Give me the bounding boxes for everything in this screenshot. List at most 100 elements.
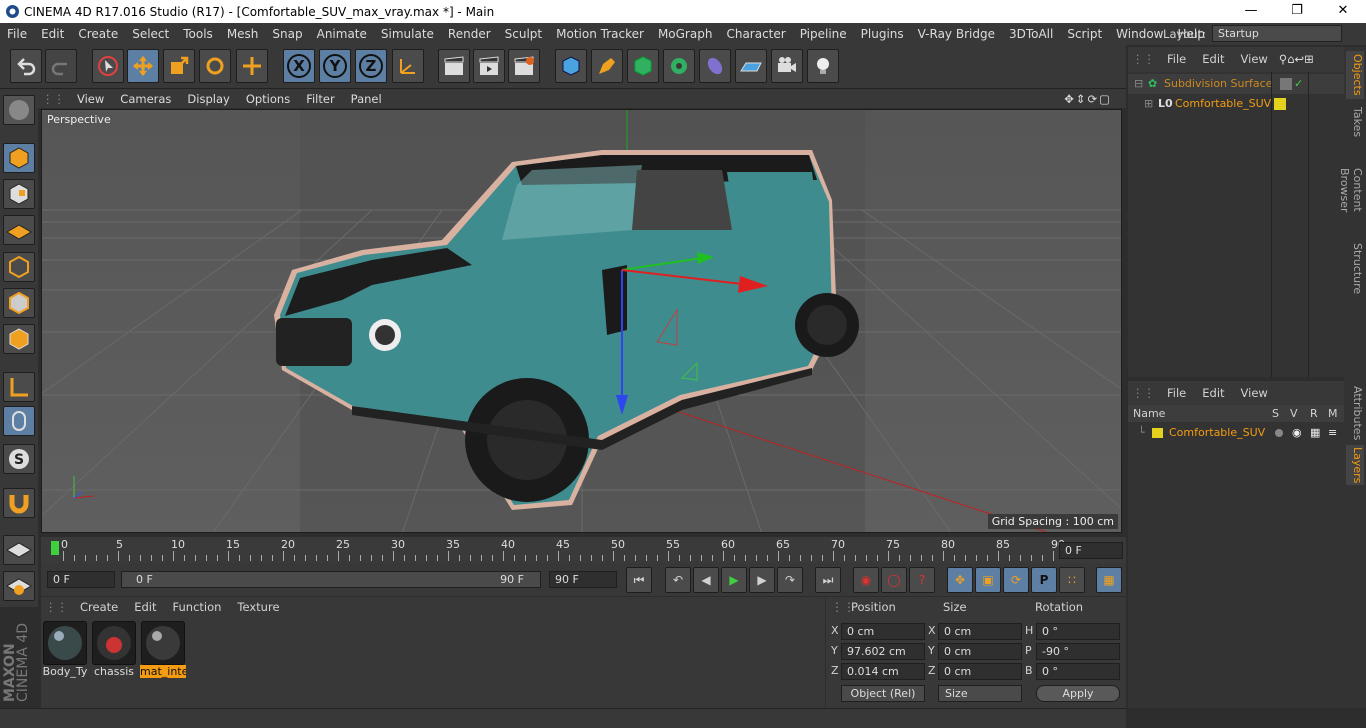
model-mode-button[interactable]: [3, 143, 35, 173]
points-mode-button[interactable]: [3, 252, 35, 282]
material-label[interactable]: chassis: [91, 665, 137, 678]
object-search-icon[interactable]: ⚲⌂↩⊞: [1276, 52, 1317, 66]
render-picture-viewer-button[interactable]: [473, 49, 505, 83]
menu-plugins[interactable]: Plugins: [854, 27, 911, 41]
magnet-button[interactable]: [3, 488, 35, 518]
layer-swatch[interactable]: [1280, 78, 1292, 90]
tree-row-comfortable-suv[interactable]: ⊞ L0 Comfortable_SUV: [1128, 94, 1344, 114]
maximize-button[interactable]: ❐: [1274, 0, 1320, 23]
menu-script[interactable]: Script: [1060, 27, 1109, 41]
rotation-h-field[interactable]: 0 °: [1036, 623, 1120, 640]
edges-mode-button[interactable]: [3, 288, 35, 318]
redo-button[interactable]: [45, 49, 77, 83]
light-button[interactable]: [807, 49, 839, 83]
object-menu-view[interactable]: View: [1233, 52, 1276, 66]
menu-pipeline[interactable]: Pipeline: [793, 27, 854, 41]
perspective-viewport[interactable]: Perspective Grid Spacing : 100 cm: [41, 109, 1122, 533]
material-body-thumbnail[interactable]: [43, 621, 87, 665]
render-clapboard-icon[interactable]: ▦: [1310, 424, 1320, 442]
coordinate-mode-dropdown[interactable]: Object (Rel): [841, 685, 925, 702]
tab-structure[interactable]: Structure: [1346, 243, 1364, 295]
rotation-b-field[interactable]: 0 °: [1036, 663, 1120, 680]
layer-row[interactable]: └ Comfortable_SUV ◉ ▦ ≡: [1128, 424, 1344, 442]
material-menu-texture[interactable]: Texture: [229, 600, 287, 614]
tweak-mode-button[interactable]: [3, 406, 35, 436]
viewport-menu-cameras[interactable]: Cameras: [112, 92, 179, 106]
z-axis-button[interactable]: Z: [355, 49, 387, 83]
layer-color-swatch[interactable]: [1274, 98, 1286, 110]
tab-layers[interactable]: Layers: [1346, 445, 1364, 485]
material-interior-thumbnail[interactable]: [141, 621, 185, 665]
tree-row-subdivision[interactable]: ⊟ ✿ Subdivision Surface ✓: [1128, 74, 1344, 94]
keyframe-selection-button[interactable]: ?: [909, 567, 935, 593]
layer-name[interactable]: Comfortable_SUV: [1169, 424, 1265, 442]
current-frame-field[interactable]: 0 F: [1059, 542, 1123, 559]
go-to-start-button[interactable]: ⏮: [626, 567, 652, 593]
timeline-ruler[interactable]: 0 5 10 15 20 25 30 35 40 45 50 55 60 65 70 75 80 85 90 0 F: [41, 537, 1126, 563]
menu-snap[interactable]: Snap: [265, 27, 309, 41]
camera-button[interactable]: [771, 49, 803, 83]
object-menu-file[interactable]: File: [1159, 52, 1194, 66]
render-view-button[interactable]: [438, 49, 470, 83]
apply-button[interactable]: Apply: [1036, 685, 1120, 702]
end-frame-field[interactable]: 90 F: [549, 571, 617, 588]
y-axis-button[interactable]: Y: [319, 49, 351, 83]
workplane-mode-button[interactable]: [3, 215, 35, 245]
mograph-cloner-button[interactable]: [663, 49, 695, 83]
material-chassis-thumbnail[interactable]: [92, 621, 136, 665]
layer-color-swatch[interactable]: [1152, 428, 1163, 438]
material-menu-function[interactable]: Function: [165, 600, 230, 614]
material-menu-create[interactable]: Create: [72, 600, 126, 614]
viewport-menu-filter[interactable]: Filter: [298, 92, 342, 106]
viewport-menu-panel[interactable]: Panel: [343, 92, 390, 106]
next-frame-button[interactable]: ▶: [749, 567, 775, 593]
previous-key-button[interactable]: ↶: [665, 567, 691, 593]
axis-mode-button[interactable]: [3, 372, 35, 402]
menu-window[interactable]: Window: [1109, 27, 1170, 41]
menu-vray-bridge[interactable]: V-Ray Bridge: [911, 27, 1002, 41]
material-label-selected[interactable]: mat_inte: [140, 665, 186, 678]
deformer-button[interactable]: [699, 49, 731, 83]
layer-menu-edit[interactable]: Edit: [1194, 386, 1232, 400]
texture-mode-button[interactable]: [3, 179, 35, 209]
menu-file[interactable]: File: [0, 27, 34, 41]
coordinate-system-button[interactable]: [392, 49, 424, 83]
menu-3dtoall[interactable]: 3DToAll: [1002, 27, 1060, 41]
transform-button[interactable]: [236, 49, 268, 83]
menu-create[interactable]: Create: [71, 27, 125, 41]
tab-attributes[interactable]: Attributes: [1346, 385, 1364, 441]
position-y-field[interactable]: 97.602 cm: [841, 643, 925, 660]
floor-button[interactable]: [735, 49, 767, 83]
undo-button[interactable]: [10, 49, 42, 83]
menu-character[interactable]: Character: [719, 27, 792, 41]
layer-menu-view[interactable]: View: [1233, 386, 1276, 400]
workplane-align-button[interactable]: [3, 571, 35, 601]
scale-button[interactable]: [163, 49, 195, 83]
key-scale-button[interactable]: ▣: [975, 567, 1001, 593]
key-pla-button[interactable]: ∷: [1059, 567, 1085, 593]
polygons-mode-button[interactable]: [3, 324, 35, 354]
move-button[interactable]: [127, 49, 159, 83]
menu-mesh[interactable]: Mesh: [220, 27, 266, 41]
tab-objects[interactable]: Objects: [1346, 51, 1364, 99]
viewport-menu-view[interactable]: View: [69, 92, 112, 106]
start-frame-field[interactable]: 0 F: [47, 571, 115, 588]
workplane-lock-button[interactable]: [3, 535, 35, 565]
frame-range-slider[interactable]: 0 F 90 F: [121, 571, 541, 588]
live-selection-button[interactable]: [92, 49, 124, 83]
rotate-button[interactable]: [199, 49, 231, 83]
key-parameter-button[interactable]: P: [1031, 567, 1057, 593]
previous-frame-button[interactable]: ◀: [693, 567, 719, 593]
render-settings-button[interactable]: [508, 49, 540, 83]
key-rotation-button[interactable]: ⟳: [1003, 567, 1029, 593]
enabled-check-icon[interactable]: ✓: [1294, 74, 1303, 94]
tab-content-browser[interactable]: Content Browser: [1338, 145, 1364, 235]
position-x-field[interactable]: 0 cm: [841, 623, 925, 640]
menu-mograph[interactable]: MoGraph: [651, 27, 720, 41]
tab-takes[interactable]: Takes: [1346, 105, 1364, 139]
size-x-field[interactable]: 0 cm: [938, 623, 1022, 640]
viewport-menu-options[interactable]: Options: [238, 92, 298, 106]
material-menu-edit[interactable]: Edit: [126, 600, 164, 614]
menu-edit[interactable]: Edit: [34, 27, 71, 41]
position-z-field[interactable]: 0.014 cm: [841, 663, 925, 680]
